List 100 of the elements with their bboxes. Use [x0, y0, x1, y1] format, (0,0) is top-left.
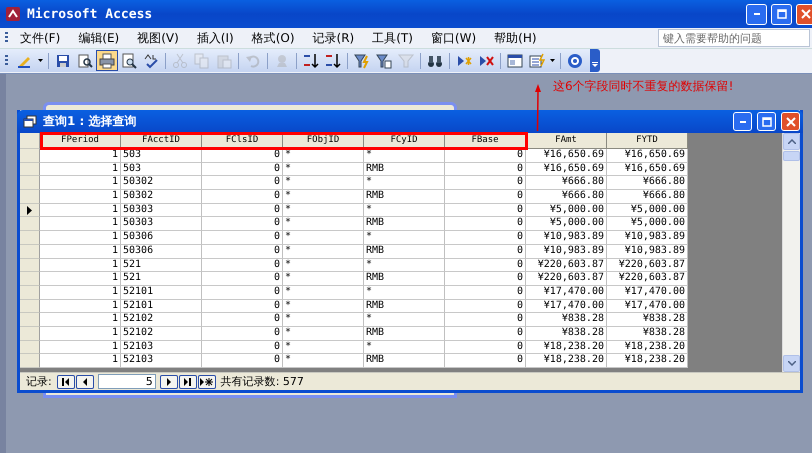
table-cell: 1 [40, 326, 121, 341]
table-cell: ¥18,238.20 [607, 340, 688, 354]
table-cell: ¥16,650.69 [607, 162, 688, 176]
filter-icon [398, 52, 414, 68]
table-cell: ¥666.80 [607, 190, 688, 204]
table-cell: 50303 [121, 204, 202, 218]
table-cell: ¥838.28 [607, 313, 688, 327]
menu-item[interactable]: 文件(F) [14, 30, 66, 46]
table-cell: 0 [445, 217, 526, 232]
next-record-button[interactable] [160, 374, 178, 388]
table-cell: 1 [40, 204, 121, 218]
minimize-button[interactable] [746, 4, 767, 24]
table-cell: * [283, 286, 364, 300]
table-cell: RMB [364, 272, 445, 286]
table-cell: ¥18,238.20 [607, 354, 688, 368]
maximize-button[interactable] [757, 112, 776, 131]
table-cell: ¥16,650.69 [526, 162, 607, 176]
table-cell: 52102 [121, 326, 202, 341]
search-icon [77, 52, 93, 68]
table-cell: 0 [445, 231, 526, 245]
scroll-thumb[interactable] [783, 151, 800, 161]
table-cell: * [283, 204, 364, 218]
table-cell: 1 [40, 272, 121, 286]
new-record-button[interactable] [198, 374, 216, 388]
toolbar-options-button[interactable] [590, 49, 600, 72]
table-cell: 1 [40, 286, 121, 300]
table-cell: RMB [364, 300, 445, 314]
column-header[interactable]: FYTD [607, 133, 688, 149]
table-cell: ¥5,000.00 [526, 204, 607, 218]
table-cell: ¥10,983.89 [526, 244, 607, 258]
help-search-field[interactable]: 键入需要帮助的问题 [658, 29, 810, 47]
dropdown-arrow-icon[interactable] [550, 59, 555, 62]
table-cell: * [283, 149, 364, 163]
select-all-cell[interactable] [20, 133, 40, 149]
table-cell: * [364, 176, 445, 190]
grip-handle[interactable] [5, 32, 8, 44]
table-cell: ¥220,603.87 [526, 272, 607, 286]
column-header[interactable]: FAmt [526, 133, 607, 149]
filter-form-icon [376, 52, 392, 68]
row-selector[interactable] [20, 204, 40, 218]
table-cell: 0 [202, 286, 283, 300]
toolbar-button[interactable] [96, 50, 118, 71]
table-cell: RMB [364, 162, 445, 176]
table-cell: 50302 [121, 190, 202, 204]
table-cell: 1 [40, 176, 121, 190]
last-record-button[interactable] [178, 374, 197, 388]
minimize-button[interactable] [733, 112, 752, 131]
menu-item[interactable]: 记录(R) [306, 30, 360, 46]
menu-item[interactable]: 窗口(W) [424, 30, 482, 46]
scroll-up-button[interactable] [783, 133, 800, 150]
table-cell: 1 [40, 244, 121, 258]
table-cell: 0 [445, 162, 526, 176]
table-cell: ¥666.80 [526, 190, 607, 204]
table-cell: 0 [202, 354, 283, 368]
table-cell: * [364, 286, 445, 300]
table-cell: * [283, 326, 364, 341]
next-icon [166, 378, 171, 386]
table-cell: RMB [364, 217, 445, 232]
menu-item[interactable]: 编辑(E) [72, 30, 126, 46]
maximize-button[interactable] [771, 4, 792, 24]
table-cell: * [364, 313, 445, 327]
current-record-icon [27, 206, 32, 215]
dropdown-arrow-icon[interactable] [38, 59, 43, 62]
record-label: 记录: [26, 374, 52, 389]
table-cell: 1 [40, 300, 121, 314]
menu-item[interactable]: 帮助(H) [488, 30, 543, 46]
table-cell: RMB [364, 354, 445, 368]
close-icon [786, 116, 796, 126]
table-cell: ¥10,983.89 [607, 244, 688, 258]
table-cell: 1 [40, 217, 121, 232]
table-cell: * [283, 190, 364, 204]
menu-item[interactable]: 视图(V) [131, 30, 185, 46]
previous-record-button[interactable] [76, 374, 94, 388]
table-cell: ¥17,470.00 [526, 300, 607, 314]
menu-item[interactable]: 格式(O) [246, 30, 301, 46]
window-title: 查询1 : 选择查询 [43, 113, 137, 130]
table-cell: ¥17,470.00 [607, 300, 688, 314]
save-icon [55, 52, 71, 68]
table-cell: 50302 [121, 176, 202, 190]
record-number-field[interactable]: 5 [98, 374, 156, 389]
first-record-button[interactable] [56, 374, 75, 388]
menu-item[interactable]: 工具(T) [366, 30, 419, 46]
table-cell: * [364, 149, 445, 163]
close-button[interactable] [781, 112, 800, 131]
table-cell: 50306 [121, 231, 202, 245]
paste-icon [216, 52, 232, 68]
table-cell: 1 [40, 313, 121, 327]
table-cell: 0 [202, 176, 283, 190]
table-cell: 0 [202, 231, 283, 245]
table-cell: 52102 [121, 313, 202, 327]
table-cell: 0 [202, 258, 283, 272]
menu-item[interactable]: 插入(I) [190, 30, 240, 46]
scroll-down-button[interactable] [783, 355, 800, 372]
table-cell: 0 [202, 149, 283, 163]
table-cell: 0 [445, 354, 526, 368]
table-cell: * [283, 217, 364, 232]
table-cell: 0 [202, 300, 283, 314]
minimize-icon [740, 120, 746, 122]
grip-handle[interactable] [5, 54, 8, 66]
close-button[interactable] [796, 4, 812, 24]
